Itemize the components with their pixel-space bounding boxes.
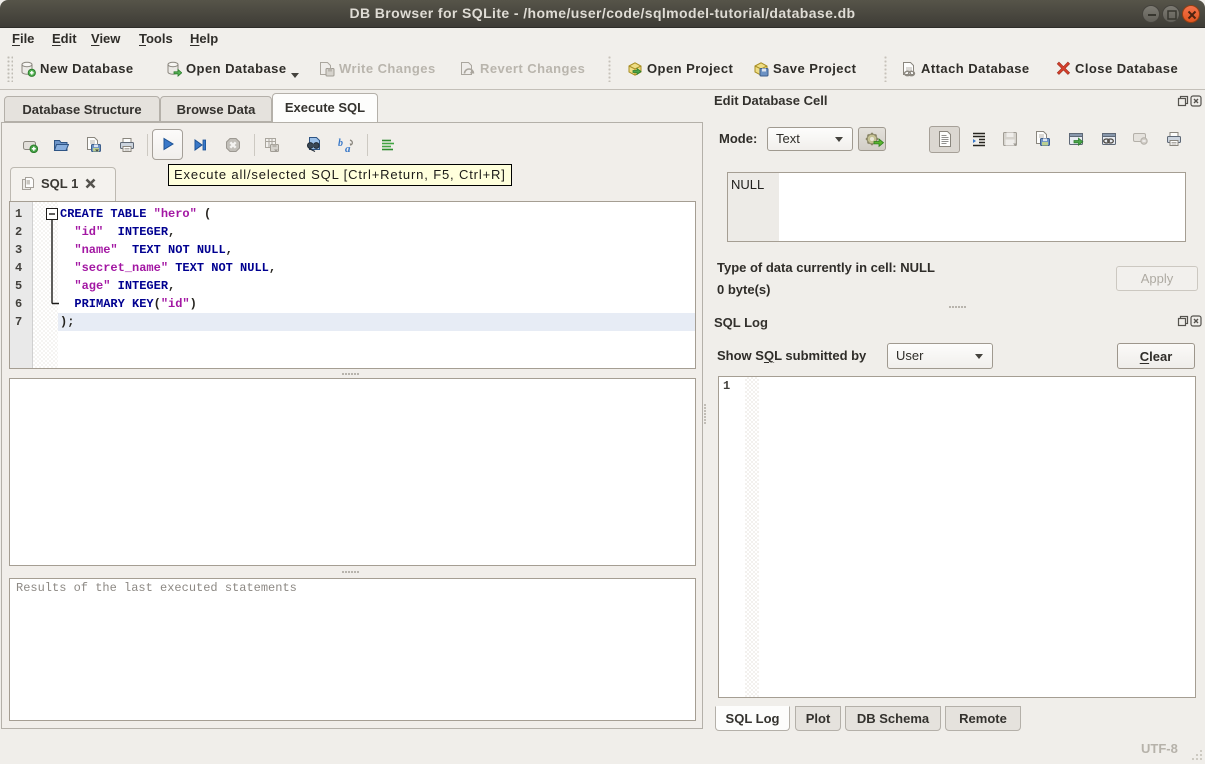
svg-text:b: b [338,138,343,149]
